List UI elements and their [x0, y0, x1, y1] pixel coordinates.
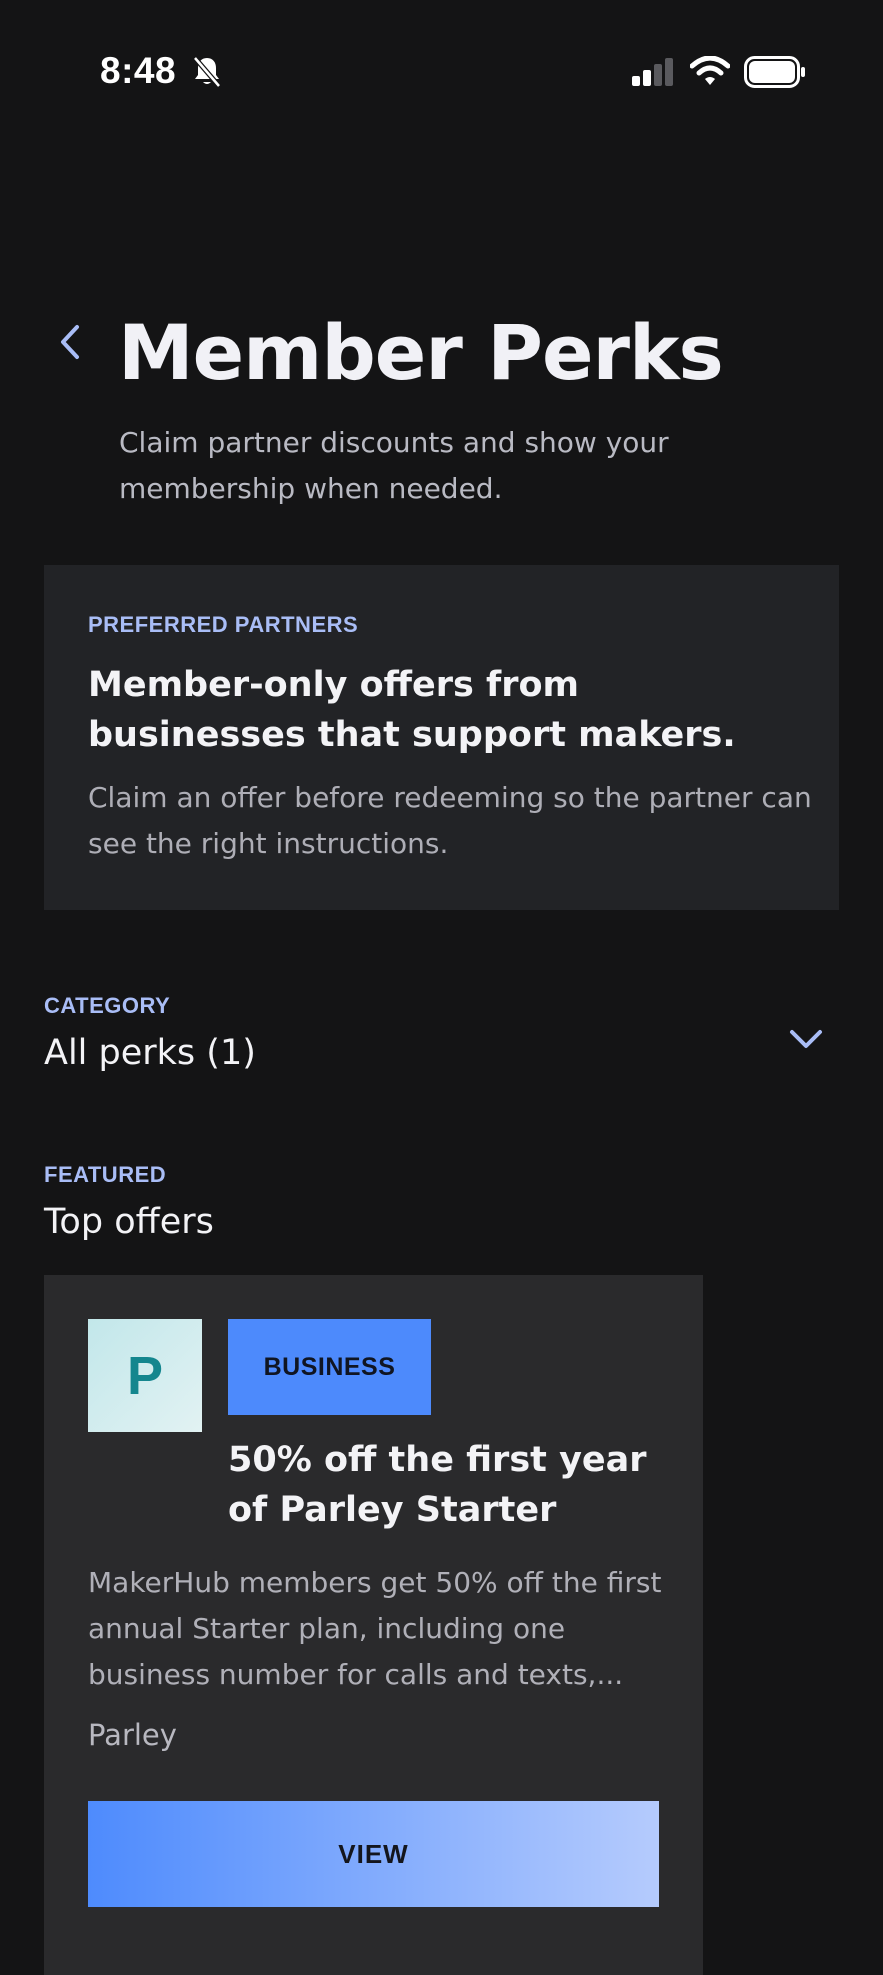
category-dropdown[interactable]: All perks (1)	[44, 1025, 824, 1085]
featured-eyebrow: FEATURED	[44, 1162, 167, 1187]
battery-icon	[744, 56, 805, 88]
bell-slash-icon	[193, 56, 221, 88]
preferred-partners-body: Claim an offer before redeeming so the p…	[88, 781, 812, 860]
page-subtitle: Claim partner discounts and show your me…	[119, 426, 669, 505]
status-time: 8:48	[100, 50, 177, 91]
preferred-partners-card: PREFERRED PARTNERS Member-only offers fr…	[44, 565, 839, 910]
view-offer-button[interactable]: VIEW	[88, 1801, 659, 1907]
category-selected-value: All perks (1)	[44, 1033, 256, 1073]
offer-title: 50% off the first year of Parley Starter	[228, 1440, 647, 1530]
offer-description: MakerHub members get 50% off the first a…	[88, 1566, 662, 1691]
offer-card[interactable]: P BUSINESS 50% off the first year of Par…	[44, 1275, 703, 1975]
page-title: Member Perks	[118, 308, 724, 397]
preferred-partners-eyebrow: PREFERRED PARTNERS	[88, 612, 359, 637]
back-button[interactable]	[50, 318, 90, 366]
offer-partner-name: Parley	[88, 1718, 177, 1752]
cellular-signal-icon	[632, 58, 673, 86]
preferred-partners-heading: Member-only offers from businesses that …	[88, 665, 736, 755]
category-badge: BUSINESS	[228, 1319, 431, 1415]
featured-heading: Top offers	[44, 1202, 214, 1242]
chevron-left-icon	[61, 325, 79, 359]
partner-logo: P	[88, 1319, 202, 1432]
category-label: CATEGORY	[44, 993, 171, 1018]
wifi-icon	[690, 56, 730, 85]
status-bar: 8:48	[0, 0, 883, 140]
chevron-down-icon	[790, 1030, 822, 1048]
